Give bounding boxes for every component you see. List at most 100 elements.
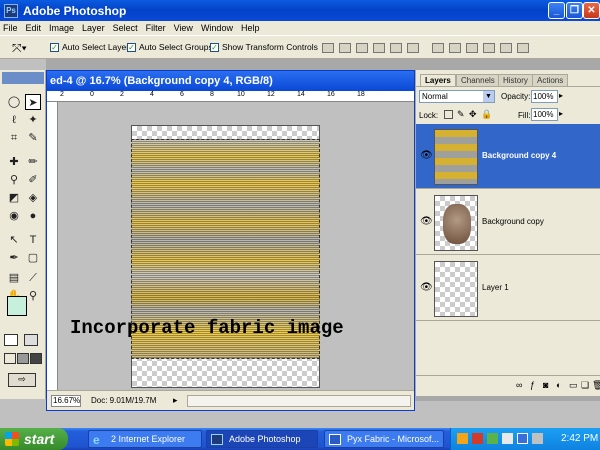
quick-mask-icon[interactable] — [24, 334, 38, 346]
fill-input[interactable]: 100% — [531, 108, 558, 121]
document-title[interactable]: ed-4 @ 16.7% (Background copy 4, RGB/8) — [47, 71, 414, 91]
align-bottom-icon[interactable] — [356, 43, 368, 53]
tray-icon-4[interactable] — [502, 433, 513, 444]
align-vcenter-icon[interactable] — [339, 43, 351, 53]
notes-tool-icon[interactable]: ▤ — [6, 270, 22, 286]
lasso-tool-icon[interactable]: ℓ — [6, 112, 22, 128]
clock[interactable]: 2:42 PM — [561, 433, 598, 444]
layer-style-icon[interactable]: ƒ — [530, 380, 535, 390]
align-left-icon[interactable] — [373, 43, 385, 53]
link-layers-icon[interactable]: ∞ — [516, 380, 522, 390]
new-group-icon[interactable]: ▭ — [569, 380, 578, 391]
jump-to-imageready-icon[interactable]: ⇨ — [8, 373, 36, 387]
opacity-arrow-icon[interactable]: ▸ — [559, 91, 563, 100]
distribute-top-icon[interactable] — [432, 43, 444, 53]
taskbar-adobe-photoshop[interactable]: Adobe Photoshop — [206, 430, 318, 448]
volume-icon[interactable] — [532, 433, 543, 444]
pen-tool-icon[interactable]: ✒ — [6, 250, 22, 266]
screen-mode-full-icon[interactable] — [30, 353, 42, 364]
new-layer-icon[interactable]: ❏ — [581, 380, 589, 391]
brush-tool-icon[interactable]: ✏ — [25, 154, 41, 170]
shape-tool-icon[interactable]: ▢ — [25, 250, 41, 266]
adjustment-layer-icon[interactable]: ◐ — [556, 380, 561, 390]
distribute-left-icon[interactable] — [483, 43, 495, 53]
menu-select[interactable]: Select — [113, 23, 138, 33]
crop-tool-icon[interactable]: ⌗ — [6, 130, 22, 146]
show-transform-controls-checkbox[interactable]: ✓ — [210, 43, 219, 52]
menu-filter[interactable]: Filter — [146, 23, 166, 33]
clone-stamp-tool-icon[interactable]: ⚲ — [6, 172, 22, 188]
move-tool-icon[interactable]: ➤ — [25, 94, 41, 110]
tray-icon-5[interactable] — [517, 433, 528, 444]
fill-arrow-icon[interactable]: ▸ — [559, 109, 563, 118]
marquee-tool-icon[interactable]: ◯ — [6, 94, 22, 110]
tab-actions[interactable]: Actions — [532, 74, 569, 86]
horizontal-scrollbar[interactable] — [187, 395, 411, 407]
distribute-vcenter-icon[interactable] — [449, 43, 461, 53]
taskbar-pyx-fabric[interactable]: Pyx Fabric - Microsof... — [324, 430, 444, 448]
vertical-ruler[interactable] — [47, 102, 58, 390]
tray-icon-1[interactable] — [457, 433, 468, 444]
lock-transparency-icon[interactable] — [444, 110, 453, 119]
menu-edit[interactable]: Edit — [26, 23, 42, 33]
eraser-tool-icon[interactable]: ◩ — [6, 190, 22, 206]
align-hcenter-icon[interactable] — [390, 43, 402, 53]
auto-select-layer-checkbox[interactable]: ✓ — [50, 43, 59, 52]
tab-channels[interactable]: Channels — [456, 74, 500, 86]
dodge-tool-icon[interactable]: ● — [25, 208, 41, 224]
screen-mode-full-menu-icon[interactable] — [17, 353, 29, 364]
tab-history[interactable]: History — [498, 74, 533, 86]
minimize-button[interactable]: _ — [548, 2, 565, 19]
distribute-right-icon[interactable] — [517, 43, 529, 53]
paint-bucket-tool-icon[interactable]: ◈ — [25, 190, 41, 206]
layer-row-background-copy[interactable]: 👁 Background copy — [416, 190, 600, 255]
visibility-eye-icon[interactable]: 👁 — [420, 283, 433, 293]
tray-icon-2[interactable] — [472, 433, 483, 444]
tab-layers[interactable]: Layers — [420, 74, 456, 86]
layer-row-layer-1[interactable]: 👁 Layer 1 — [416, 256, 600, 321]
path-selection-tool-icon[interactable]: ↖ — [6, 232, 22, 248]
restore-button[interactable]: ❐ — [566, 2, 583, 19]
lock-position-icon[interactable]: ✥ — [469, 109, 477, 120]
magic-wand-tool-icon[interactable]: ✦ — [25, 112, 41, 128]
history-brush-tool-icon[interactable]: ✐ — [25, 172, 41, 188]
standard-mode-icon[interactable] — [4, 334, 18, 346]
zoom-tool-icon[interactable]: ⚲ — [25, 288, 41, 304]
taskbar-internet-explorer[interactable]: e 2 Internet Explorer — [88, 430, 202, 448]
chevron-down-icon[interactable]: ▼ — [483, 91, 494, 102]
menu-view[interactable]: View — [174, 23, 193, 33]
layer-mask-icon[interactable]: ◙ — [543, 380, 548, 390]
start-button[interactable]: start — [0, 428, 68, 450]
zoom-level[interactable]: 16.67% — [51, 395, 81, 407]
distribute-bottom-icon[interactable] — [466, 43, 478, 53]
healing-brush-tool-icon[interactable]: ✚ — [6, 154, 22, 170]
status-arrow-icon[interactable]: ▸ — [173, 395, 178, 406]
visibility-eye-icon[interactable]: 👁 — [420, 217, 433, 227]
close-button[interactable]: ✕ — [583, 2, 600, 19]
auto-select-groups-checkbox[interactable]: ✓ — [127, 43, 136, 52]
menu-image[interactable]: Image — [49, 23, 74, 33]
menu-file[interactable]: File — [3, 23, 18, 33]
menu-layer[interactable]: Layer — [82, 23, 105, 33]
opacity-input[interactable]: 100% — [531, 90, 558, 103]
eyedropper-tool-icon[interactable]: ⟋ — [25, 270, 41, 286]
type-tool-icon[interactable]: T — [25, 232, 41, 248]
move-tool-icon[interactable]: ⤧▾ — [12, 41, 27, 56]
slice-tool-icon[interactable]: ✎ — [25, 130, 41, 146]
visibility-eye-icon[interactable]: 👁 — [420, 151, 433, 161]
foreground-color-swatch[interactable] — [7, 296, 27, 316]
trash-icon[interactable]: 🗑 — [592, 380, 600, 391]
screen-mode-standard-icon[interactable] — [4, 353, 16, 364]
lock-all-icon[interactable]: 🔒 — [481, 109, 492, 120]
blur-tool-icon[interactable]: ◉ — [6, 208, 22, 224]
distribute-hcenter-icon[interactable] — [500, 43, 512, 53]
menu-window[interactable]: Window — [201, 23, 233, 33]
blend-mode-select[interactable]: Normal ▼ — [419, 90, 495, 103]
align-right-icon[interactable] — [407, 43, 419, 53]
lock-pixels-icon[interactable]: ✎ — [457, 109, 465, 120]
tray-icon-3[interactable] — [487, 433, 498, 444]
menu-help[interactable]: Help — [241, 23, 260, 33]
layer-row-background-copy-4[interactable]: 👁 Background copy 4 — [416, 124, 600, 189]
horizontal-ruler[interactable]: 2 0 2 4 6 8 10 12 14 16 18 — [47, 91, 414, 102]
align-top-icon[interactable] — [322, 43, 334, 53]
